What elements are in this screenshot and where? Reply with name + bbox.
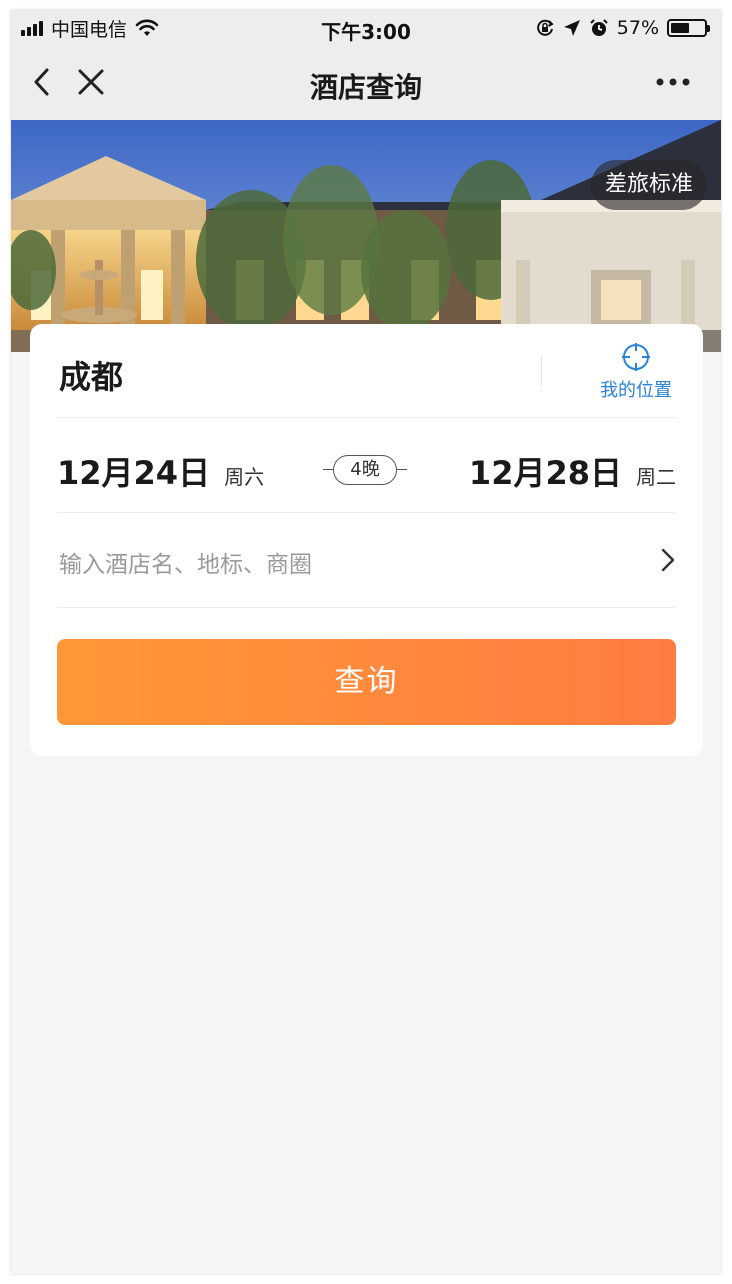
nights-line-left (323, 469, 333, 470)
check-in-weekday: 周六 (224, 465, 265, 489)
check-in-date[interactable]: 12月24日 周六 (57, 448, 264, 494)
check-out-date-value: 12月28日 (468, 454, 622, 492)
nights-count: 4晚 (333, 455, 397, 485)
check-in-date-value: 12月24日 (57, 454, 211, 492)
city-selector[interactable]: 成都 (59, 352, 123, 398)
hotel-banner-image (11, 120, 721, 352)
more-icon[interactable] (655, 76, 691, 88)
keyword-search-input[interactable]: 输入酒店名、地标、商圈 (59, 545, 312, 579)
check-out-weekday: 周二 (636, 465, 676, 489)
my-location-label: 我的位置 (600, 380, 672, 401)
nights-badge: 4晚 (323, 455, 407, 485)
my-location-button[interactable]: 我的位置 (596, 342, 676, 404)
rotation-lock-icon (536, 19, 554, 36)
check-out-date[interactable]: 12月28日 周二 (469, 448, 676, 494)
location-arrow-icon (563, 20, 580, 36)
nights-line-right (397, 469, 407, 470)
hotel-search-card: 成都 我的位置 12月24日 周六 4晚 12月28日 周二 输入酒店名、地标、… (30, 324, 703, 756)
crosshair-icon (622, 343, 650, 371)
page-title: 酒店查询 (309, 71, 422, 104)
keyword-search-row[interactable]: 输入酒店名、地标、商圈 (57, 513, 676, 608)
battery-icon (667, 19, 710, 37)
status-bar: 中国电信 下午3:00 57% (11, 10, 721, 46)
chevron-right-icon (661, 548, 675, 572)
date-row: 12月24日 周六 4晚 12月28日 周二 (57, 418, 676, 513)
divider (541, 356, 542, 386)
nav-bar: 酒店查询 (11, 46, 721, 120)
status-right: 57% (535, 16, 710, 40)
alarm-icon (590, 19, 608, 36)
hotel-banner: 差旅标准 (11, 120, 721, 352)
battery-fill (671, 23, 689, 33)
battery-percent: 57% (616, 17, 659, 39)
query-button[interactable]: 查询 (57, 639, 676, 725)
city-row: 成都 我的位置 (57, 324, 676, 418)
travel-policy-button[interactable]: 差旅标准 (590, 160, 707, 210)
phone-screen: 中国电信 下午3:00 57% 酒店查询 差旅标准 成都 我的位置 12月24日… (11, 10, 721, 1274)
